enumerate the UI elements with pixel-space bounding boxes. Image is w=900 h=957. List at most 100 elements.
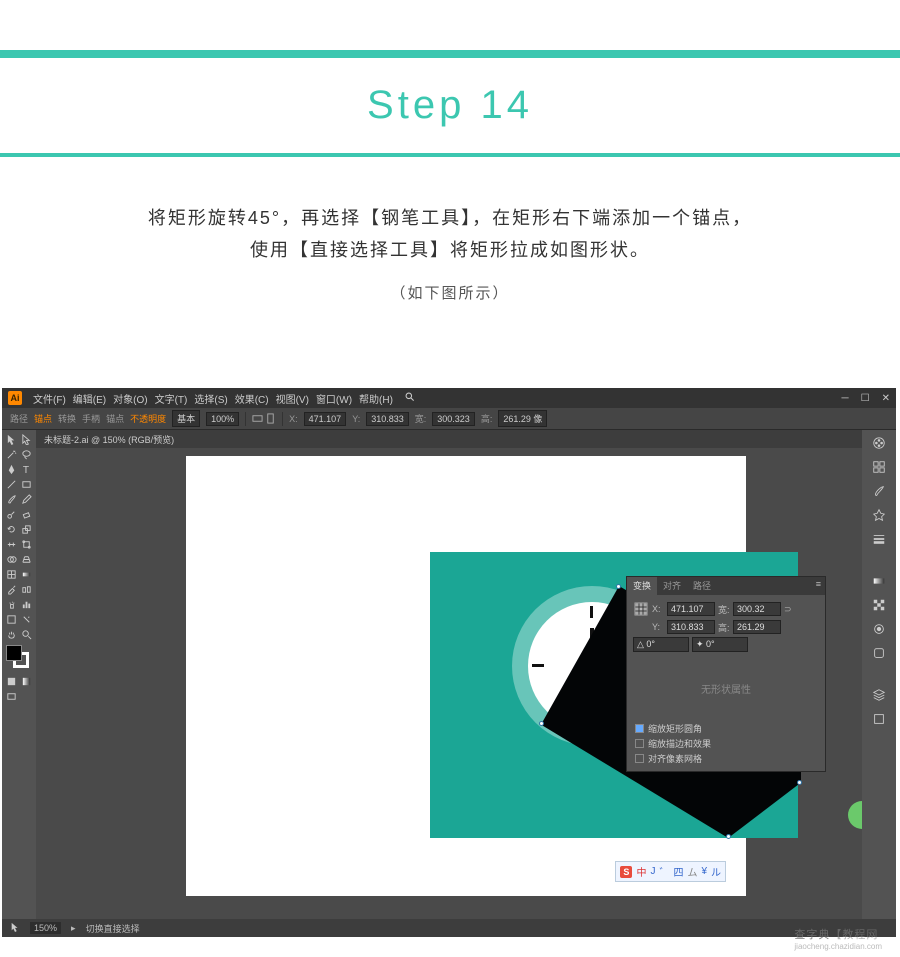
dock-layers-icon[interactable] bbox=[870, 686, 888, 704]
tab-align[interactable]: 对齐 bbox=[657, 577, 687, 595]
document-tab[interactable]: 未标题-2.ai @ 150% (RGB/预览) bbox=[36, 430, 862, 448]
zoom-field[interactable]: 150% bbox=[30, 922, 61, 934]
blend-tool[interactable] bbox=[20, 582, 34, 596]
opt-opacity-field[interactable]: 100% bbox=[206, 412, 239, 426]
opt-anchor-label: 锚点 bbox=[34, 412, 52, 425]
panel-w-field[interactable]: 300.32 bbox=[733, 602, 781, 616]
panel-h-field[interactable]: 261.29 bbox=[733, 620, 781, 634]
scale-tool[interactable] bbox=[20, 522, 34, 536]
menu-help[interactable]: 帮助(H) bbox=[357, 391, 395, 406]
fill-stroke-swatch[interactable] bbox=[4, 645, 34, 673]
anchor-handle[interactable] bbox=[797, 780, 802, 785]
panel-menu-icon[interactable]: ≡ bbox=[812, 577, 825, 595]
ime-char[interactable]: ム bbox=[687, 864, 697, 879]
eraser-tool[interactable] bbox=[20, 507, 34, 521]
panel-y-field[interactable]: 310.833 bbox=[667, 620, 715, 634]
dock-transparency-icon[interactable] bbox=[870, 596, 888, 614]
lasso-tool[interactable] bbox=[20, 447, 34, 461]
ime-char[interactable]: ル bbox=[711, 864, 721, 879]
anchor-handle[interactable] bbox=[726, 834, 731, 839]
hand-tool[interactable] bbox=[4, 627, 18, 641]
opt-align-pixel[interactable]: 对齐像素网格 bbox=[635, 752, 817, 765]
free-transform-tool[interactable] bbox=[20, 537, 34, 551]
selection-tool-icon[interactable] bbox=[10, 922, 20, 934]
dock-gradient-icon[interactable] bbox=[870, 572, 888, 590]
gradient-mode-icon[interactable] bbox=[20, 674, 34, 688]
opt-scale-strokes[interactable]: 缩放描边和效果 bbox=[635, 737, 817, 750]
dock-color-icon[interactable] bbox=[870, 434, 888, 452]
minimize-icon[interactable]: ─ bbox=[842, 393, 849, 404]
dock-swatches-icon[interactable] bbox=[870, 458, 888, 476]
screen-mode-icon[interactable] bbox=[4, 689, 18, 703]
dock-brushes-icon[interactable] bbox=[870, 482, 888, 500]
menu-type[interactable]: 文字(T) bbox=[153, 391, 190, 406]
menu-object[interactable]: 对象(O) bbox=[111, 391, 149, 406]
menu-edit[interactable]: 编辑(E) bbox=[71, 391, 108, 406]
reference-point-icon[interactable] bbox=[633, 601, 649, 617]
ime-char[interactable]: J bbox=[650, 866, 655, 877]
line-tool[interactable] bbox=[4, 477, 18, 491]
dock-graphic-styles-icon[interactable] bbox=[870, 644, 888, 662]
column-graph-tool[interactable] bbox=[20, 597, 34, 611]
rotate-tool[interactable] bbox=[4, 522, 18, 536]
width-tool[interactable] bbox=[4, 537, 18, 551]
menu-effect[interactable]: 效果(C) bbox=[233, 391, 271, 406]
y-field[interactable]: 310.833 bbox=[366, 412, 409, 426]
panel-shear-field[interactable]: ✦ 0° bbox=[692, 637, 748, 652]
checkbox-icon bbox=[635, 754, 644, 763]
artboard-tool[interactable] bbox=[4, 612, 18, 626]
blob-brush-tool[interactable] bbox=[4, 507, 18, 521]
opt-style-dropdown[interactable]: 基本 bbox=[172, 410, 200, 427]
selection-tool[interactable] bbox=[4, 432, 18, 446]
gradient-tool[interactable] bbox=[20, 567, 34, 581]
paintbrush-tool[interactable] bbox=[4, 492, 18, 506]
zoom-tool[interactable] bbox=[20, 627, 34, 641]
tab-pathfinder[interactable]: 路径 bbox=[687, 577, 717, 595]
color-mode-icon[interactable] bbox=[4, 674, 18, 688]
canvas-area[interactable]: 未标题-2.ai @ 150% (RGB/预览) S 中 J bbox=[36, 430, 862, 919]
ime-toolbar[interactable]: S 中 J ゛ 四 ム ¥ ル bbox=[615, 861, 726, 882]
opt-scale-corners[interactable]: 缩放矩形圆角 bbox=[635, 722, 817, 735]
menu-window[interactable]: 窗口(W) bbox=[314, 391, 354, 406]
type-tool[interactable]: T bbox=[20, 462, 34, 476]
maximize-icon[interactable]: ☐ bbox=[861, 393, 870, 404]
symbol-sprayer-tool[interactable] bbox=[4, 597, 18, 611]
pencil-tool[interactable] bbox=[20, 492, 34, 506]
align-icons[interactable] bbox=[252, 413, 276, 424]
menu-file[interactable]: 文件(F) bbox=[31, 391, 68, 406]
anchor-handle[interactable] bbox=[616, 584, 621, 589]
shape-builder-tool[interactable] bbox=[4, 552, 18, 566]
panel-rotate-field[interactable]: △ 0° bbox=[633, 637, 689, 652]
opt-label: 对齐像素网格 bbox=[648, 752, 702, 765]
pen-tool[interactable] bbox=[4, 462, 18, 476]
nav-first-icon[interactable]: ▸ bbox=[71, 923, 76, 934]
ime-char[interactable]: 四 bbox=[673, 864, 683, 879]
perspective-grid-tool[interactable] bbox=[20, 552, 34, 566]
link-icon[interactable]: ⊃ bbox=[784, 604, 792, 615]
menu-view[interactable]: 视图(V) bbox=[274, 391, 311, 406]
menu-select[interactable]: 选择(S) bbox=[192, 391, 229, 406]
dock-stroke-icon[interactable] bbox=[870, 530, 888, 548]
direct-selection-tool[interactable] bbox=[20, 432, 34, 446]
dock-appearance-icon[interactable] bbox=[870, 620, 888, 638]
close-icon[interactable]: ✕ bbox=[882, 393, 890, 404]
ime-char[interactable]: ゛ bbox=[659, 864, 669, 879]
assist-button[interactable] bbox=[848, 801, 862, 829]
eyedropper-tool[interactable] bbox=[4, 582, 18, 596]
mesh-tool[interactable] bbox=[4, 567, 18, 581]
rectangle-tool[interactable] bbox=[20, 477, 34, 491]
dock-symbols-icon[interactable] bbox=[870, 506, 888, 524]
dock-artboards-icon[interactable] bbox=[870, 710, 888, 728]
x-field[interactable]: 471.107 bbox=[304, 412, 347, 426]
slice-tool[interactable] bbox=[20, 612, 34, 626]
h-field[interactable]: 261.29 像 bbox=[498, 410, 547, 427]
magic-wand-tool[interactable] bbox=[4, 447, 18, 461]
tab-transform[interactable]: 变换 bbox=[627, 577, 657, 595]
panel-x-field[interactable]: 471.107 bbox=[667, 602, 715, 616]
ime-char[interactable]: ¥ bbox=[701, 866, 707, 877]
ime-char[interactable]: 中 bbox=[636, 864, 646, 879]
menu-search-icon[interactable] bbox=[404, 391, 415, 405]
fill-swatch[interactable] bbox=[6, 645, 22, 661]
w-field[interactable]: 300.323 bbox=[432, 412, 475, 426]
anchor-handle[interactable] bbox=[539, 721, 544, 726]
